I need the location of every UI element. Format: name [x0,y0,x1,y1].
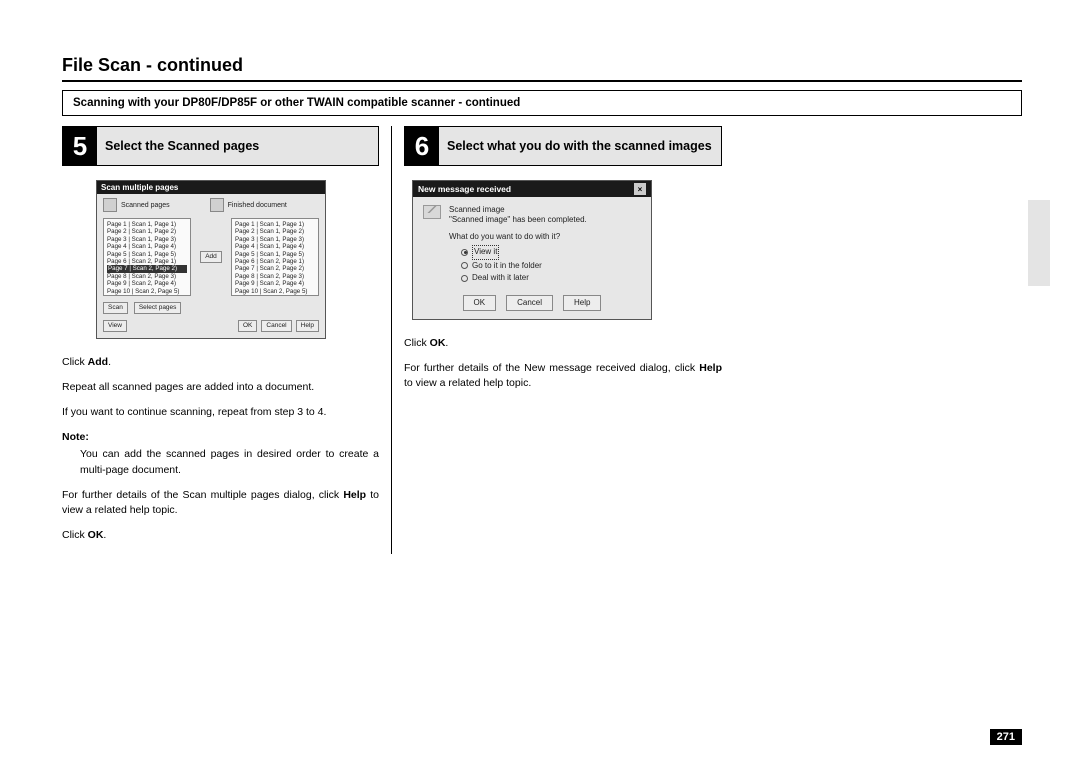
radio-label: View it [472,245,499,260]
text: Click [62,529,88,541]
text: . [108,356,111,368]
ok-button[interactable]: OK [463,295,497,311]
step-6-header: 6 Select what you do with the scanned im… [404,126,722,166]
envelope-icon [423,205,441,219]
text: . [103,529,106,541]
page-title: File Scan - continued [62,55,1022,82]
text-bold: Help [343,489,366,501]
text: Click [62,356,88,368]
list-item[interactable]: Page 1 | Scan 1, Page 1) [107,221,187,228]
step-5-header: 5 Select the Scanned pages [62,126,379,166]
step-6-title: Select what you do with the scanned imag… [439,127,720,165]
scanned-pages-label: Scanned pages [121,202,170,209]
scanned-pages-header: Scanned pages [103,198,170,212]
text: For further details of the New message r… [404,362,699,374]
list-item[interactable]: Page 10 | Scan 2, Page 5) [235,288,315,295]
new-message-received-dialog: New message received × Scanned image "Sc… [412,180,652,320]
paragraph: If you want to continue scanning, repeat… [62,405,379,420]
page-content: File Scan - continued Scanning with your… [62,55,1022,554]
column-step-6: 6 Select what you do with the scanned im… [392,126,722,554]
radio-label: Go to it in the folder [472,260,542,273]
step-6-number: 6 [405,127,439,165]
page-subtitle: Scanning with your DP80F/DP85F or other … [62,90,1022,116]
scan-multiple-pages-dialog: Scan multiple pages Scanned pages Finish… [96,180,326,339]
radio-view-it[interactable]: View it [461,245,641,260]
paragraph: Click OK. [404,336,722,351]
select-pages-button[interactable]: Select pages [134,302,182,314]
text: . [445,337,448,349]
radio-icon [461,249,468,256]
radio-icon [461,275,468,282]
list-item[interactable]: Page 7 | Scan 2, Page 2) [235,265,315,272]
list-item[interactable]: Page 2 | Scan 1, Page 2) [235,228,315,235]
column-step-5: 5 Select the Scanned pages Scan multiple… [62,126,392,554]
dialog-heading: Scanned image [449,205,587,215]
cancel-button[interactable]: Cancel [506,295,553,311]
text: Click [404,337,430,349]
scan-button[interactable]: Scan [103,302,128,314]
ok-button[interactable]: OK [238,320,257,332]
document-icon [210,198,224,212]
step-5-body: Click Add. Repeat all scanned pages are … [62,355,379,554]
list-item[interactable]: Page 2 | Scan 1, Page 2) [107,228,187,235]
list-item[interactable]: Page 5 | Scan 1, Page 5) [235,251,315,258]
paragraph: For further details of the New message r… [404,361,722,391]
list-item[interactable]: Page 3 | Scan 1, Page 3) [235,236,315,243]
step-6-body: Click OK. For further details of the New… [404,336,722,402]
note-label: Note: [62,430,379,445]
pages-icon [103,198,117,212]
text-bold: Add [88,356,108,368]
paragraph: Click OK. [62,528,379,543]
paragraph: Repeat all scanned pages are added into … [62,380,379,395]
dialog-title-bar: New message received × [413,181,651,197]
finished-document-header: Finished document [210,198,287,212]
list-item[interactable]: Page 6 | Scan 2, Page 1) [235,258,315,265]
side-tab [1028,200,1050,286]
list-item[interactable]: Page 4 | Scan 1, Page 4) [235,243,315,250]
page-number: 271 [990,729,1022,745]
text: For further details of the Scan multiple… [62,489,343,501]
list-item[interactable]: Page 5 | Scan 1, Page 5) [107,251,187,258]
list-item[interactable]: Page 10 | Scan 2, Page 5) [107,288,187,295]
dialog-question: What do you want to do with it? [449,232,641,241]
dialog-title: New message received [418,184,511,194]
list-item[interactable]: Page 4 | Scan 1, Page 4) [107,243,187,250]
list-item[interactable]: Page 8 | Scan 2, Page 3) [107,273,187,280]
help-button[interactable]: Help [296,320,319,332]
list-item[interactable]: Page 9 | Scan 2, Page 4) [107,280,187,287]
cancel-button[interactable]: Cancel [261,320,291,332]
scanned-pages-list[interactable]: Page 1 | Scan 1, Page 1) Page 2 | Scan 1… [103,218,191,296]
finished-document-label: Finished document [228,202,287,209]
note-body: You can add the scanned pages in desired… [80,447,379,477]
radio-go-to-folder[interactable]: Go to it in the folder [461,260,641,273]
dialog-title: Scan multiple pages [97,181,325,194]
paragraph: Click Add. [62,355,379,370]
help-button[interactable]: Help [563,295,601,311]
document-pages-list[interactable]: Page 1 | Scan 1, Page 1) Page 2 | Scan 1… [231,218,319,296]
list-item[interactable]: Page 8 | Scan 2, Page 3) [235,273,315,280]
list-item[interactable]: Page 9 | Scan 2, Page 4) [235,280,315,287]
text-bold: Help [699,362,722,374]
add-button[interactable]: Add [200,251,222,263]
list-item[interactable]: Page 3 | Scan 1, Page 3) [107,236,187,243]
radio-label: Deal with it later [472,272,529,285]
dialog-message: "Scanned image" has been completed. [449,215,587,225]
paragraph: For further details of the Scan multiple… [62,488,379,518]
radio-deal-later[interactable]: Deal with it later [461,272,641,285]
list-item-selected[interactable]: Page 7 | Scan 2, Page 2) [107,265,187,272]
text: to view a related help topic. [404,377,531,389]
step-5-title: Select the Scanned pages [97,127,267,165]
list-item[interactable]: Page 6 | Scan 2, Page 1) [107,258,187,265]
radio-icon [461,262,468,269]
view-button[interactable]: View [103,320,127,332]
text-bold: OK [88,529,104,541]
text-bold: OK [430,337,446,349]
list-item[interactable]: Page 1 | Scan 1, Page 1) [235,221,315,228]
step-5-number: 5 [63,127,97,165]
close-icon[interactable]: × [634,183,646,195]
